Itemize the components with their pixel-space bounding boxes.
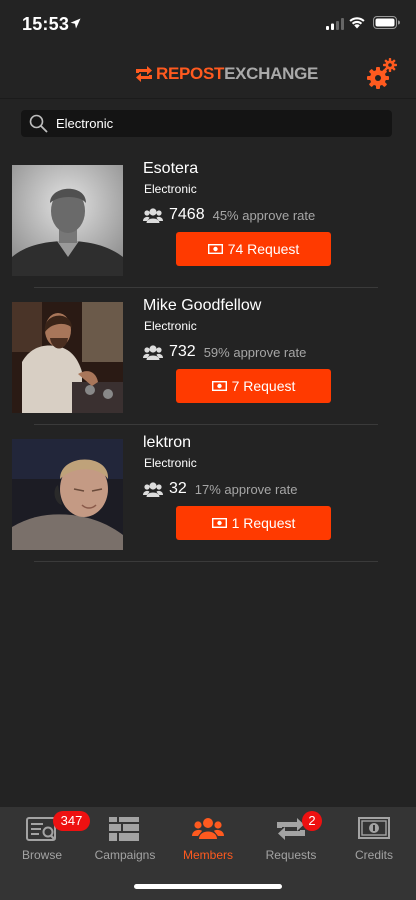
tab-browse[interactable]: 347 Browse [0,807,90,867]
header-divider [0,98,416,99]
tab-label: Campaigns [94,848,156,862]
requests-badge: 2 [302,811,322,831]
battery-icon [373,16,400,29]
member-avatar[interactable] [12,165,123,276]
users-icon [143,345,163,360]
member-name[interactable]: Esotera [143,160,198,178]
approve-rate: 59% approve rate [203,344,307,360]
location-arrow-icon [70,18,81,29]
member-avatar[interactable] [12,439,123,550]
follower-count: 732 [169,343,196,360]
row-divider [34,561,378,562]
tab-label: Browse [21,848,62,862]
member-name[interactable]: lektron [143,434,191,452]
tab-label: Credits [354,848,393,862]
request-label: 7 Request [231,378,296,394]
tab-credits[interactable]: Credits [332,807,416,867]
search-input[interactable] [56,110,376,137]
member-avatar[interactable] [12,302,123,413]
users-icon [143,208,163,223]
status-bar: 15:53 [0,0,416,50]
logo-text-repost: REPOST [156,64,225,83]
cash-icon [207,244,223,254]
tab-requests[interactable]: 2 Requests [249,807,333,867]
follower-count: 32 [169,480,187,497]
tab-label: Members [182,848,233,862]
member-genre: Electronic [144,319,197,333]
repost-logo-icon [136,66,152,82]
tab-campaigns[interactable]: Campaigns [83,807,167,867]
search-bar[interactable] [21,110,392,137]
member-stats: 7468 45% approve rate [143,204,315,226]
request-button[interactable]: 7 Request [176,369,331,403]
app-header: REPOSTEXCHANGE [0,50,416,98]
cash-icon [211,518,227,528]
member-row[interactable]: lektron Electronic 32 17% approve rate 1… [0,424,416,562]
request-label: 1 Request [231,515,296,531]
request-label: 74 Request [227,241,300,257]
users-icon [143,482,163,497]
home-indicator[interactable] [134,884,282,889]
cellular-signal-icon [326,18,344,30]
wifi-icon [349,17,365,29]
member-row[interactable]: Mike Goodfellow Electronic 732 59% appro… [0,287,416,425]
members-icon [192,818,224,839]
settings-gears-icon[interactable] [365,56,399,90]
search-icon [29,114,48,133]
request-button[interactable]: 74 Request [176,232,331,266]
member-stats: 32 17% approve rate [143,478,297,500]
request-button[interactable]: 1 Request [176,506,331,540]
member-name[interactable]: Mike Goodfellow [143,297,261,315]
approve-rate: 17% approve rate [194,481,298,497]
member-genre: Electronic [144,182,197,196]
logo-text-exchange: EXCHANGE [224,64,319,83]
cash-icon [211,381,227,391]
member-stats: 732 59% approve rate [143,341,306,363]
member-genre: Electronic [144,456,197,470]
campaigns-icon [109,817,139,841]
status-time: 15:53 [22,14,70,34]
repost-exchange-logo: REPOSTEXCHANGE [134,63,318,85]
member-row[interactable]: Esotera Electronic 7468 45% approve rate… [0,150,416,288]
credits-icon [358,817,390,839]
follower-count: 7468 [169,206,205,223]
approve-rate: 45% approve rate [212,207,316,223]
tab-members[interactable]: Members [166,807,250,867]
tab-label: Requests [265,848,317,862]
